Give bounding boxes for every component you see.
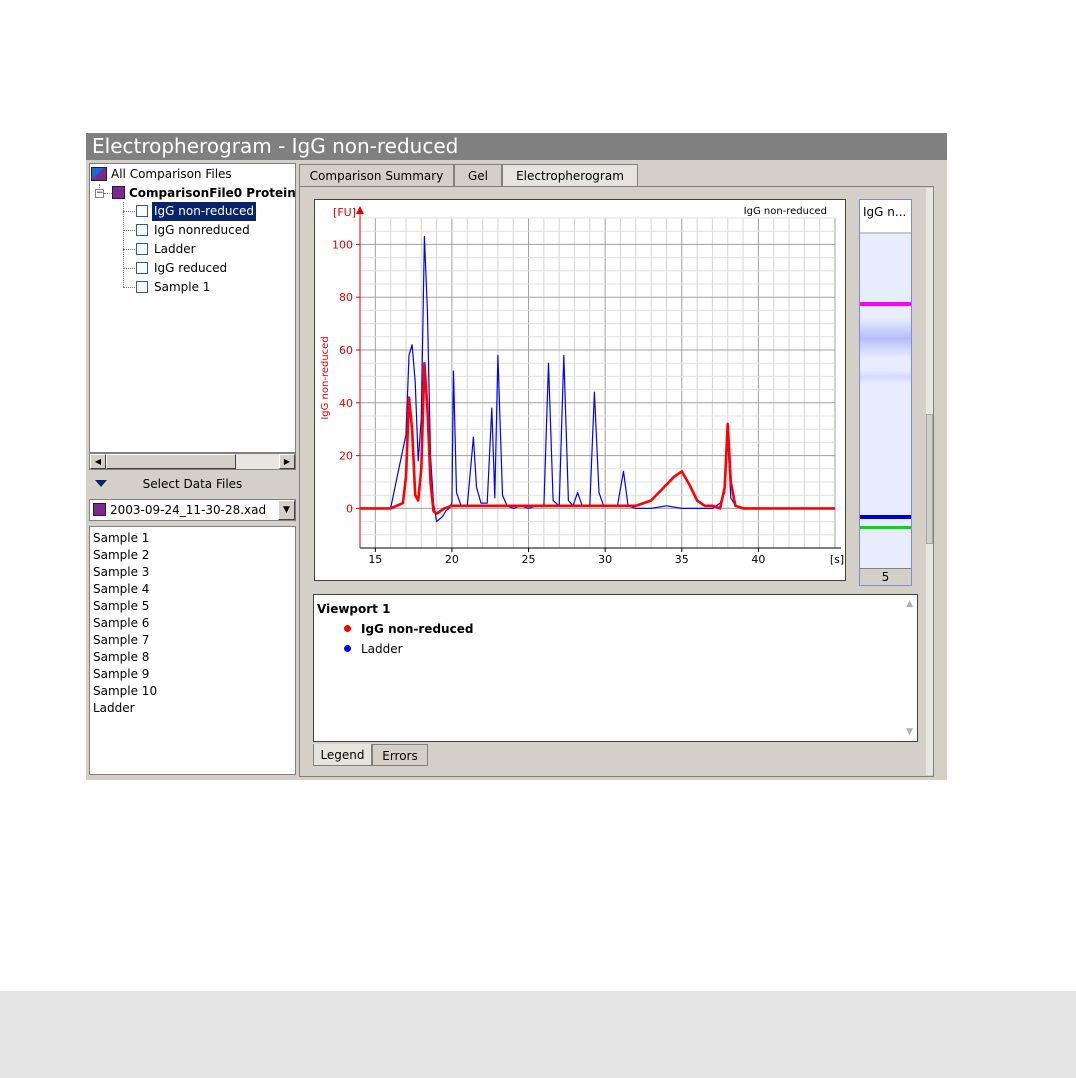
y-tick-label: 80: [339, 291, 353, 304]
legend-panel: Viewport 1 IgG non-reduced Ladder ▲ ▼: [313, 594, 918, 742]
x-tick-label: 20: [445, 553, 459, 566]
x-tick-label: 40: [751, 553, 765, 566]
tree-item-label: IgG nonreduced: [154, 223, 250, 237]
tab-comparison-summary[interactable]: Comparison Summary: [299, 164, 454, 186]
x-tick-label: 30: [598, 553, 612, 566]
page-footer-band: [0, 991, 1076, 1078]
select-data-files-bar[interactable]: Select Data Files: [89, 474, 296, 494]
x-tick-label: 35: [675, 553, 689, 566]
x-tick-label: 15: [368, 553, 382, 566]
gel-lane[interactable]: IgG n... 5: [859, 199, 912, 586]
dropdown-arrow-icon[interactable]: ▼: [278, 500, 295, 520]
tree-item-checkbox[interactable]: [136, 262, 148, 274]
tree-item[interactable]: IgG reduced: [136, 259, 229, 278]
electropherogram-chart[interactable]: 15 20 25 30 35 40 [s] 0 20 40 60 80 100 [FU] IgG non-r…: [314, 199, 846, 581]
tree-item[interactable]: Sample 1: [136, 278, 212, 297]
tree-item-checkbox[interactable]: [136, 205, 148, 217]
y-tick-label: 20: [339, 450, 353, 463]
sample-list-item[interactable]: Sample 7: [93, 632, 292, 649]
comparison-files-icon: [91, 167, 107, 181]
y-tick-label: 60: [339, 344, 353, 357]
comparison-tree[interactable]: All Comparison Files − ComparisonFile0 P…: [89, 163, 296, 453]
legend-entry: IgG non-reduced: [344, 622, 473, 636]
scroll-right-icon[interactable]: ▶: [279, 454, 295, 469]
tree-item-label: Ladder: [154, 242, 196, 256]
tree-item-label: Sample 1: [154, 280, 211, 294]
sample-list-item[interactable]: Sample 5: [93, 598, 292, 615]
bottom-tab-errors[interactable]: Errors: [372, 744, 428, 766]
tree-item[interactable]: IgG non-reduced: [136, 201, 258, 222]
gel-band-diffuse: [860, 318, 911, 358]
tree-item-label: IgG non-reduced: [150, 201, 258, 222]
x-unit-label: [s]: [830, 553, 844, 566]
sample-list-item[interactable]: Ladder: [93, 700, 292, 717]
chart-svg: 15 20 25 30 35 40 [s] 0 20 40 60 80 100 [FU] IgG non-r…: [320, 206, 844, 566]
scroll-up-icon[interactable]: ▲: [906, 599, 913, 609]
scroll-down-icon[interactable]: ▼: [906, 727, 913, 737]
window-title: Electropherogram - IgG non-reduced: [86, 133, 947, 160]
tree-item-checkbox[interactable]: [136, 281, 148, 293]
data-file-dropdown[interactable]: 2003-09-24_11-30-28.xad ▼: [89, 499, 296, 521]
tab-gel[interactable]: Gel: [454, 164, 502, 186]
tree-horizontal-scrollbar[interactable]: ◀ ▶: [89, 453, 296, 470]
gel-band-ladder: [860, 515, 911, 519]
sample-list-item[interactable]: Sample 10: [93, 683, 292, 700]
chart-title: IgG non-reduced: [744, 206, 827, 217]
vertical-scroll-thumb[interactable]: [926, 414, 933, 544]
protein-file-icon: [112, 186, 125, 199]
tab-electropherogram[interactable]: Electropherogram: [502, 164, 638, 187]
vertical-scrollbar[interactable]: [926, 188, 933, 775]
legend-entry-label: IgG non-reduced: [361, 622, 474, 636]
selected-file-name: 2003-09-24_11-30-28.xad: [110, 503, 267, 517]
bottom-tab-legend[interactable]: Legend: [313, 744, 372, 766]
x-tick-label: 25: [522, 553, 536, 566]
series-line-igg-non-reduced: [360, 361, 835, 516]
app-window: Electropherogram - IgG non-reduced All C…: [86, 133, 947, 780]
gel-lane-number: 5: [860, 568, 911, 585]
y-tick-label: 40: [339, 397, 353, 410]
legend-entry-label: Ladder: [361, 642, 403, 656]
select-data-files-label: Select Data Files: [142, 477, 243, 491]
tree-item-label: IgG reduced: [154, 261, 228, 275]
xad-file-icon: [93, 503, 106, 516]
sample-list-item[interactable]: Sample 4: [93, 581, 292, 598]
sample-list-item[interactable]: Sample 9: [93, 666, 292, 683]
scroll-left-icon[interactable]: ◀: [90, 454, 106, 469]
y-tick-label: 100: [332, 238, 353, 251]
gel-lane-header: IgG n...: [860, 200, 911, 232]
tree-item-checkbox[interactable]: [136, 243, 148, 255]
y-tick-label: 0: [346, 502, 353, 515]
legend-marker-icon: [344, 625, 351, 632]
legend-title: Viewport 1: [317, 602, 391, 616]
y-axis-arrow-icon: [356, 206, 364, 214]
tree-root[interactable]: All Comparison Files: [91, 165, 232, 184]
y-axis-label: IgG non-reduced: [320, 336, 331, 419]
y-unit-label: [FU]: [333, 206, 356, 219]
gel-band-upper-marker: [860, 302, 911, 306]
tree-file-node[interactable]: ComparisonFile0 Protein: [112, 184, 296, 203]
tree-item[interactable]: Ladder: [136, 240, 198, 259]
tree-file-label: ComparisonFile0 Protein: [129, 186, 296, 200]
sample-list[interactable]: Sample 1 Sample 2 Sample 3 Sample 4 Sample 5…: [89, 526, 296, 775]
gel-band-faint: [860, 370, 911, 384]
legend-marker-icon: [344, 645, 351, 652]
tree-item-checkbox[interactable]: [136, 224, 148, 236]
sample-list-item[interactable]: Sample 3: [93, 564, 292, 581]
sample-list-item[interactable]: Sample 1: [93, 530, 292, 547]
sample-list-item[interactable]: Sample 6: [93, 615, 292, 632]
scroll-thumb[interactable]: [106, 454, 236, 469]
gel-band-lower-marker: [860, 526, 911, 529]
sample-list-item[interactable]: Sample 8: [93, 649, 292, 666]
sample-list-item[interactable]: Sample 2: [93, 547, 292, 564]
legend-entry: Ladder: [344, 642, 403, 656]
tree-item[interactable]: IgG nonreduced: [136, 221, 252, 240]
collapse-toggle-icon[interactable]: −: [95, 189, 104, 198]
tree-root-label: All Comparison Files: [111, 167, 232, 181]
